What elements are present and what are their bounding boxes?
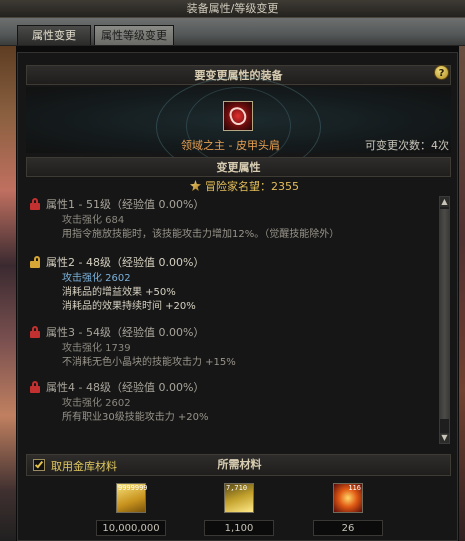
scroll-up-arrow-icon[interactable]: ▲: [440, 197, 449, 207]
lock-closed-icon[interactable]: [30, 198, 40, 210]
materials-header: 取用金库材料 所需材料: [26, 454, 451, 476]
window-title: 装备属性/等级变更: [0, 0, 465, 18]
tab-bar: 属性变更 属性等级变更: [0, 18, 465, 46]
tab-attribute-change[interactable]: 属性变更: [17, 25, 91, 45]
attr-section-header: 变更属性: [26, 157, 451, 177]
attribute-row-4[interactable]: 属性4 - 48级（经验值 0.00%） 攻击强化 2602 所有职业30级技能…: [26, 379, 436, 423]
material-required-value: 26: [313, 520, 383, 536]
material-required-value: 10,000,000: [96, 520, 166, 536]
lock-open-icon[interactable]: [30, 256, 40, 268]
gold-coins-icon[interactable]: 9999999: [116, 483, 148, 513]
attribute-title: 属性2 - 48级（经验值 0.00%）: [46, 256, 205, 269]
material-required-value: 1,100: [204, 520, 274, 536]
attribute-title: 属性1 - 51级（经验值 0.00%）: [46, 198, 205, 211]
material-ember: 116 26: [313, 483, 383, 536]
equipment-item-icon[interactable]: [223, 101, 253, 131]
attribute-line: 攻击强化 1739: [62, 343, 131, 354]
material-gold: 9999999 10,000,000: [96, 483, 166, 536]
attribute-line: 攻击强化 2602: [62, 273, 131, 284]
main-panel: 要变更属性的装备 ? 领域之主 - 皮甲头肩 可变更次数：4次 变更属性 冒险家…: [17, 52, 458, 541]
lock-closed-icon[interactable]: [30, 326, 40, 338]
attribute-row-1[interactable]: 属性1 - 51级（经验值 0.00%） 攻击强化 684 用指令施放技能时，该…: [26, 196, 436, 248]
attribute-line: 用指令施放技能时，该技能攻击力增加12%。（觉醒技能除外）: [62, 229, 340, 240]
lock-closed-icon[interactable]: [30, 381, 40, 393]
attribute-row-3[interactable]: 属性3 - 54级（经验值 0.00%） 攻击强化 1739 不消耗无色小晶块的…: [26, 324, 436, 368]
scroll-thumb[interactable]: [440, 209, 449, 419]
remaining-change-count: 可变更次数：4次: [365, 139, 449, 152]
material-gem: 7,710 1,100: [204, 483, 274, 536]
material-stock-count: 116: [348, 484, 361, 492]
equipment-item-name: 领域之主 - 皮甲头肩: [181, 139, 280, 152]
scroll-down-arrow-icon[interactable]: ▼: [440, 433, 449, 443]
attribute-line: 攻击强化 2602: [62, 398, 131, 409]
attribute-title: 属性4 - 48级（经验值 0.00%）: [46, 381, 205, 394]
attribute-line: 消耗品的增益效果 +50%: [62, 287, 176, 298]
renown-display: 冒险家名望：2355: [190, 178, 299, 194]
item-emblem-icon: [227, 104, 249, 128]
attribute-list: 冒险家名望：2355 属性1 - 51级（经验值 0.00%） 攻击强化 684…: [26, 178, 441, 450]
ember-icon[interactable]: 116: [333, 483, 363, 513]
attribute-title: 属性3 - 54级（经验值 0.00%）: [46, 326, 205, 339]
material-stock-count: 9999999: [118, 484, 148, 492]
help-button[interactable]: ?: [434, 65, 449, 80]
attribute-line: 所有职业30级技能攻击力 +20%: [62, 412, 209, 423]
attribute-row-2[interactable]: 属性2 - 48级（经验值 0.00%） 攻击强化 2602 消耗品的增益效果 …: [26, 254, 436, 312]
attribute-scrollbar[interactable]: ▲ ▼: [439, 196, 450, 444]
equipment-attribute-window: 装备属性/等级变更 属性变更 属性等级变更 要变更属性的装备 ? 领域之主 - …: [0, 0, 465, 541]
material-stock-count: 7,710: [226, 484, 248, 492]
renown-icon: [190, 180, 201, 191]
tab-attribute-level-change[interactable]: 属性等级变更: [94, 25, 174, 45]
attribute-line: 不消耗无色小晶块的技能攻击力 +15%: [62, 357, 236, 368]
attribute-line: 消耗品的效果持续时间 +20%: [62, 301, 196, 312]
yellow-gem-icon[interactable]: 7,710: [224, 483, 254, 513]
materials-title: 所需材料: [217, 458, 262, 471]
renown-text: 冒险家名望：2355: [205, 180, 299, 193]
attribute-line: 攻击强化 684: [62, 215, 125, 226]
